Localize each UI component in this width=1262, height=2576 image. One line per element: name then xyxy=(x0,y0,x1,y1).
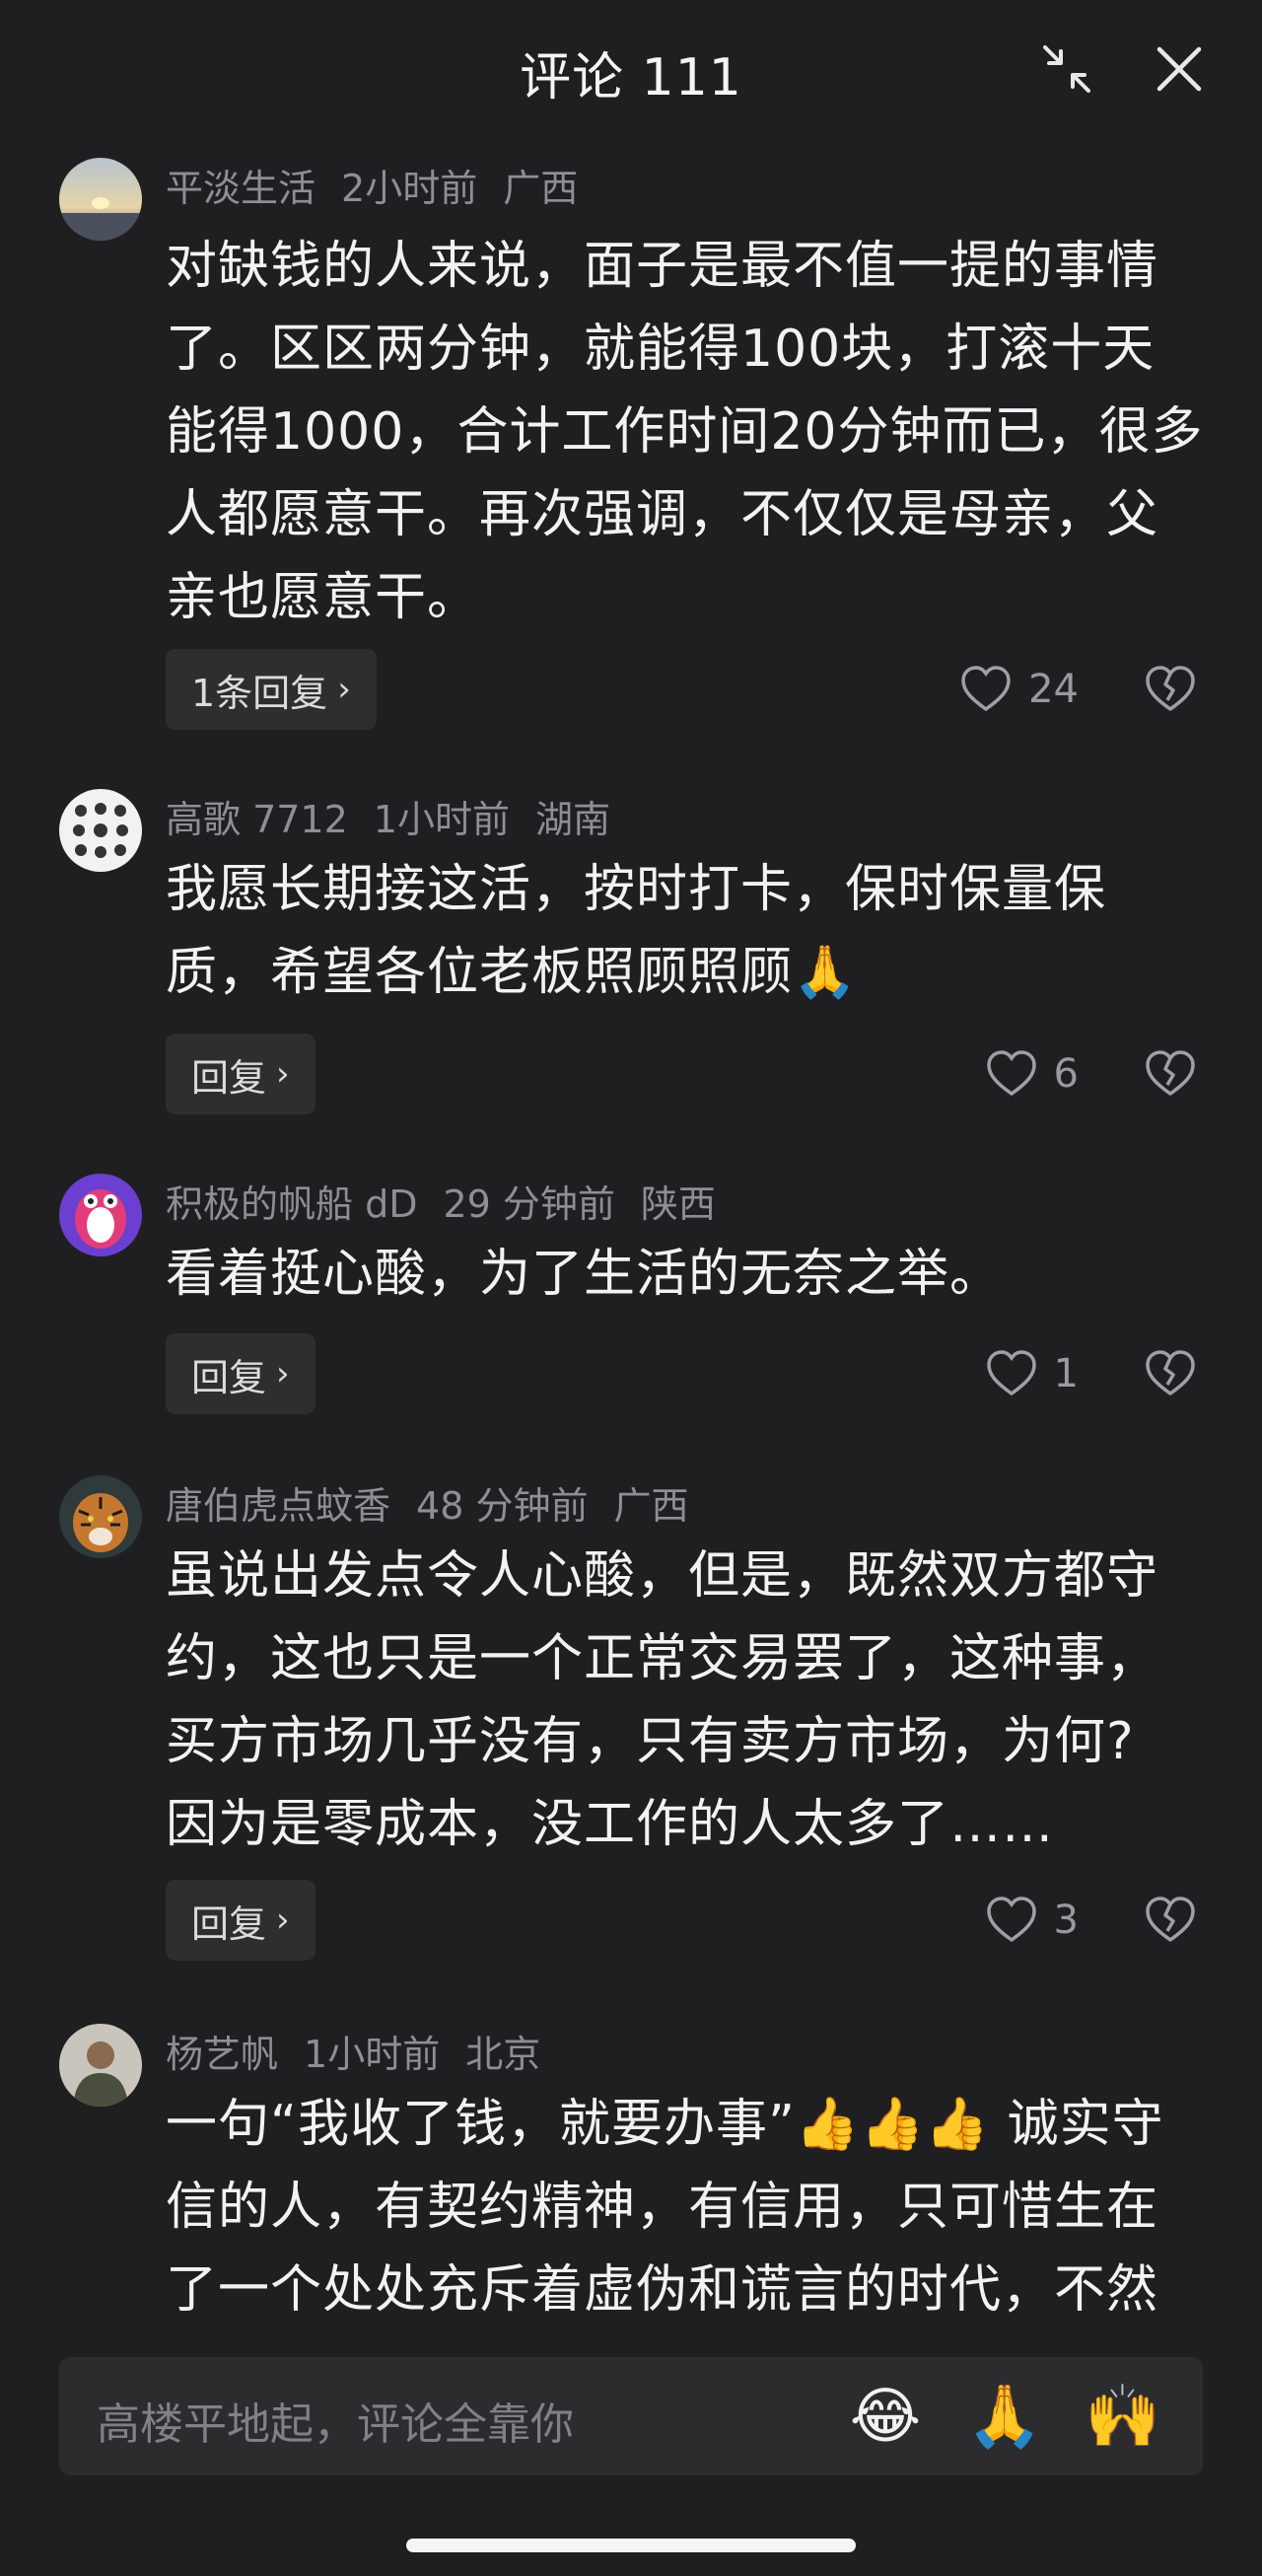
comment-meta: 杨艺帆 1小时前 北京 xyxy=(166,2024,566,2078)
dislike-button[interactable] xyxy=(1144,1333,1197,1414)
comment-item: 高歌 7712 1小时前 湖南 我愿长期接这活，按时打卡，保时保量保 质，希望各位老… xyxy=(0,779,1262,1154)
timestamp: 1小时前 xyxy=(373,798,510,841)
heart-outline-icon xyxy=(961,666,1011,712)
comment-text: 虽说出发点令人心酸，但是，既然双方都守 约，这也只是一个正常交易罢了，这种事， … xyxy=(166,1546,1159,1854)
like-count: 24 xyxy=(1028,667,1079,712)
praying-hands-emoji-button[interactable]: 🙏 xyxy=(966,2379,1042,2454)
heart-outline-icon xyxy=(986,1350,1036,1396)
comment-item: 唐伯虎点蚊香 48 分钟前 广西 虽说出发点令人心酸，但是，既然双方都守 约，这也只… xyxy=(0,1466,1262,1998)
broken-heart-icon xyxy=(1146,1896,1195,1942)
comment-text: 一句“我收了钱，就要办事”👍👍👍 诚实守 信的人，有契约精神，有信用，只可惜生在… xyxy=(166,2095,1164,2320)
like-count: 6 xyxy=(1053,1051,1079,1097)
avatar[interactable] xyxy=(59,158,142,241)
chevron-right-icon: › xyxy=(276,1354,290,1394)
comment-item: 积极的帆船 dD 29 分钟前 陕西 看着挺心酸，为了生活的无奈之举。 回复 › 1 xyxy=(0,1164,1262,1450)
laughing-emoji-button[interactable]: 😂 xyxy=(848,2379,923,2454)
like-button[interactable]: 1 xyxy=(985,1333,1079,1414)
chevron-right-icon: › xyxy=(276,1900,290,1940)
username[interactable]: 高歌 7712 xyxy=(166,798,348,841)
comment-item: 杨艺帆 1小时前 北京 一句“我收了钱，就要办事”👍👍👍 诚实守 信的人，有契约精神… xyxy=(0,2014,1262,2349)
reply-button[interactable]: 回复 › xyxy=(166,1333,316,1414)
chevron-right-icon: › xyxy=(276,1054,290,1094)
avatar[interactable] xyxy=(59,1174,142,1256)
username[interactable]: 杨艺帆 xyxy=(166,2033,278,2076)
view-replies-button[interactable]: 1条回复 › xyxy=(166,649,377,730)
dislike-button[interactable] xyxy=(1144,1034,1197,1114)
location: 广西 xyxy=(503,167,579,210)
like-button[interactable]: 6 xyxy=(985,1034,1079,1114)
heart-outline-icon xyxy=(986,1050,1036,1097)
location: 陕西 xyxy=(640,1182,716,1226)
comment-item: 平淡生活 2小时前 广西 对缺钱的人来说，面子是最不值一提的事情 了。区区两分钟，就… xyxy=(0,148,1262,759)
collapse-icon[interactable] xyxy=(1039,41,1094,97)
timestamp: 48 分钟前 xyxy=(416,1484,589,1528)
reply-button[interactable]: 回复 › xyxy=(166,1880,316,1961)
location: 北京 xyxy=(465,2033,541,2076)
comments-header: 评论 111 xyxy=(0,0,1262,138)
broken-heart-icon xyxy=(1146,1050,1195,1096)
avatar[interactable] xyxy=(59,1475,142,1558)
location: 广西 xyxy=(613,1484,689,1528)
avatar[interactable] xyxy=(59,2024,142,2107)
raising-hands-emoji-button[interactable]: 🙌 xyxy=(1085,2379,1160,2454)
like-count: 3 xyxy=(1053,1897,1079,1943)
dislike-button[interactable] xyxy=(1144,1880,1197,1961)
comment-text: 对缺钱的人来说，面子是最不值一提的事情 了。区区两分钟，就能得100块，打滚十天… xyxy=(166,237,1204,627)
comment-meta: 高歌 7712 1小时前 湖南 xyxy=(166,789,636,843)
like-count: 1 xyxy=(1053,1351,1079,1396)
timestamp: 2小时前 xyxy=(341,167,478,210)
reply-button[interactable]: 回复 › xyxy=(166,1034,316,1114)
comment-meta: 积极的帆船 dD 29 分钟前 陕西 xyxy=(166,1174,741,1228)
username[interactable]: 平淡生活 xyxy=(166,167,316,210)
dislike-button[interactable] xyxy=(1144,649,1197,730)
comment-input-placeholder[interactable]: 高楼平地起，评论全靠你 xyxy=(97,2389,574,2452)
username[interactable]: 积极的帆船 dD xyxy=(166,1182,417,1226)
like-button[interactable]: 3 xyxy=(985,1880,1079,1961)
home-indicator[interactable] xyxy=(406,2539,856,2552)
close-icon[interactable] xyxy=(1152,41,1207,97)
location: 湖南 xyxy=(534,798,610,841)
comment-input-bar[interactable]: 高楼平地起，评论全靠你 😂 🙏 🙌 xyxy=(59,2357,1203,2475)
like-button[interactable]: 24 xyxy=(959,649,1079,730)
comment-meta: 平淡生活 2小时前 广西 xyxy=(166,158,603,212)
broken-heart-icon xyxy=(1146,666,1195,711)
timestamp: 29 分钟前 xyxy=(443,1182,615,1226)
chevron-right-icon: › xyxy=(337,670,351,709)
comment-meta: 唐伯虎点蚊香 48 分钟前 广西 xyxy=(166,1475,714,1530)
heart-outline-icon xyxy=(986,1896,1036,1943)
username[interactable]: 唐伯虎点蚊香 xyxy=(166,1484,390,1528)
comment-text: 我愿长期接这活，按时打卡，保时保量保 质，希望各位老板照顾照顾🙏 xyxy=(166,860,1107,1002)
timestamp: 1小时前 xyxy=(304,2033,441,2076)
avatar[interactable] xyxy=(59,789,142,872)
comment-text: 看着挺心酸，为了生活的无奈之举。 xyxy=(166,1245,1003,1304)
broken-heart-icon xyxy=(1146,1350,1195,1395)
